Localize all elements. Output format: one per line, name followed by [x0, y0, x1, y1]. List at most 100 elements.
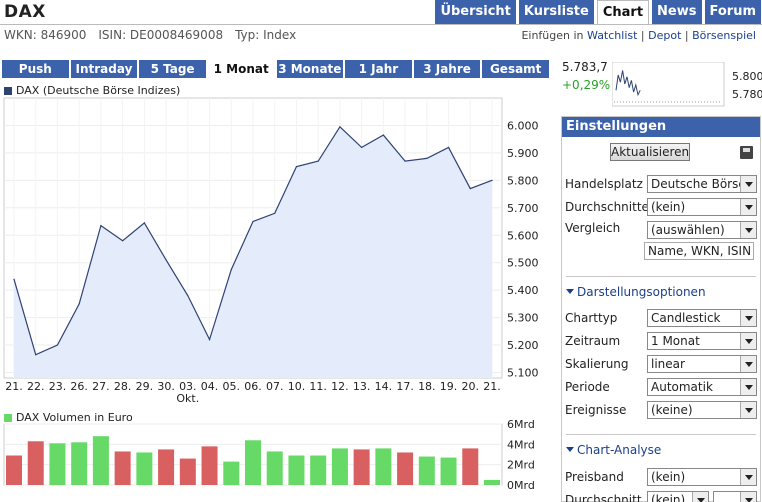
compare-search-input[interactable]: Name, WKN, ISIN — [644, 242, 754, 260]
periode-label: Periode — [565, 380, 610, 394]
range-tab-0[interactable]: Push — [2, 60, 69, 78]
range-tab-6[interactable]: 3 Jahre — [413, 60, 481, 78]
price-point — [274, 212, 276, 214]
nav-tab-4[interactable]: Forum — [704, 0, 761, 24]
durchschnitt-period-select[interactable] — [713, 491, 757, 502]
volume-bar — [114, 451, 131, 485]
legend-swatch-price — [4, 86, 12, 95]
row-durchschnitt: Durchschnitt (kein) — [565, 490, 757, 502]
nav-tab-3[interactable]: News — [652, 0, 702, 24]
row-vergleich: Vergleich (auswählen) — [565, 218, 757, 239]
row-preisband: Preisband (kein) — [565, 467, 757, 487]
x-tick-label: 07. — [266, 380, 284, 393]
nav-divider — [0, 24, 762, 25]
volume-bar — [331, 448, 348, 485]
volume-y-tick-label: 2Mrd — [507, 459, 535, 472]
y-tick-label: 5.500 — [507, 257, 539, 270]
nav-tab-1[interactable]: Kursliste — [518, 0, 594, 24]
volume-bar — [484, 479, 500, 485]
price-point — [122, 240, 124, 242]
refresh-button[interactable]: Aktualisieren — [610, 143, 690, 161]
price-point — [100, 225, 102, 227]
zeitraum-select[interactable]: 1 Monat — [647, 332, 757, 350]
range-tab-1[interactable]: Intraday — [70, 60, 138, 78]
vergleich-select[interactable]: (auswählen) — [647, 221, 757, 239]
range-tab-2[interactable]: 5 Tage — [139, 60, 206, 78]
quote-box: 5.783,7 +0,29% — [562, 60, 610, 92]
durchschnitte-value: (kein) — [651, 200, 686, 214]
boersenspiel-link[interactable]: Börsenspiel — [692, 29, 756, 42]
x-tick-label: 30. — [157, 380, 175, 393]
periode-value: Automatik — [651, 380, 713, 394]
chevron-down-icon — [740, 333, 756, 349]
volume-bar — [353, 449, 370, 485]
display-options-toggle[interactable]: Darstellungsoptionen — [566, 285, 706, 299]
charttyp-label: Charttyp — [565, 311, 618, 325]
ereignisse-label: Ereignisse — [565, 403, 627, 417]
durchschnitte-select[interactable]: (kein) — [647, 198, 757, 216]
x-tick-label: 04. — [201, 380, 219, 393]
preisband-label: Preisband — [565, 470, 624, 484]
range-tab-7[interactable]: Gesamt — [482, 60, 549, 78]
row-skalierung: Skalierung linear — [565, 354, 757, 374]
x-tick-label: 10. — [288, 380, 306, 393]
watchlist-link[interactable]: Watchlist — [587, 29, 637, 42]
volume-bar — [266, 451, 283, 485]
price-point — [295, 166, 298, 168]
durchschnitt-label: Durchschnitt — [565, 493, 642, 502]
display-options-label: Darstellungsoptionen — [577, 285, 706, 299]
skalierung-select[interactable]: linear — [647, 355, 757, 373]
x-tick-label: 19. — [440, 380, 458, 393]
save-icon[interactable] — [740, 146, 753, 159]
price-point — [56, 344, 59, 346]
mini-chart[interactable]: 5.800 5.780 — [612, 62, 762, 110]
handelsplatz-label: Handelsplatz — [565, 177, 643, 191]
volume-bar — [6, 455, 22, 485]
y-tick-label: 5.400 — [507, 284, 539, 297]
x-tick-label: 29. — [136, 380, 154, 393]
preisband-value: (kein) — [651, 470, 686, 484]
page-title: DAX — [4, 2, 46, 22]
price-point — [469, 187, 471, 190]
chart-analysis-toggle[interactable]: Chart-Analyse — [566, 443, 661, 457]
volume-bar — [92, 436, 109, 485]
handelsplatz-select[interactable]: Deutsche Börse — [647, 175, 757, 193]
ereignisse-select[interactable]: (keine) — [647, 401, 757, 419]
chevron-down-icon — [740, 199, 756, 215]
periode-select[interactable]: Automatik — [647, 378, 757, 396]
vergleich-value: (auswählen) — [651, 223, 725, 237]
y-tick-label: 5.200 — [507, 339, 539, 352]
volume-bar — [71, 442, 88, 485]
volume-y-tick-label: 0Mrd — [507, 479, 535, 492]
x-tick-label: 22. — [27, 380, 45, 393]
charttyp-select[interactable]: Candlestick — [647, 309, 757, 327]
volume-bar — [418, 456, 435, 485]
wkn-text: WKN: 846900 — [4, 28, 87, 42]
price-point — [187, 295, 189, 297]
durchschnitt-select[interactable]: (kein) — [647, 491, 709, 502]
volume-bar — [27, 441, 44, 485]
nav-tab-0[interactable]: Übersicht — [435, 0, 516, 24]
range-tab-3[interactable]: 1 Monat — [207, 60, 275, 78]
volume-y-tick-label: 4Mrd — [507, 438, 535, 451]
chevron-down-icon — [740, 402, 756, 418]
volume-bar — [201, 446, 218, 485]
depot-link[interactable]: Depot — [648, 29, 681, 42]
price-point — [230, 268, 232, 271]
price-point — [143, 222, 145, 224]
range-tab-5[interactable]: 1 Jahr — [345, 60, 412, 78]
y-tick-label: 5.900 — [507, 147, 539, 160]
durchschnitte-label: Durchschnitte — [565, 200, 649, 214]
volume-y-tick-label: 6Mrd — [507, 420, 535, 431]
price-point — [339, 126, 341, 128]
volume-bar — [397, 452, 414, 485]
row-periode: Periode Automatik — [565, 377, 757, 397]
nav-tab-2[interactable]: Chart — [596, 0, 650, 25]
price-point — [252, 220, 254, 223]
price-point — [78, 303, 80, 305]
ereignisse-value: (keine) — [651, 403, 693, 417]
x-tick-label: 28. — [114, 380, 132, 393]
preisband-select[interactable]: (kein) — [647, 468, 757, 486]
range-tab-4[interactable]: 3 Monate — [276, 60, 344, 78]
row-charttyp: Charttyp Candlestick — [565, 308, 757, 328]
